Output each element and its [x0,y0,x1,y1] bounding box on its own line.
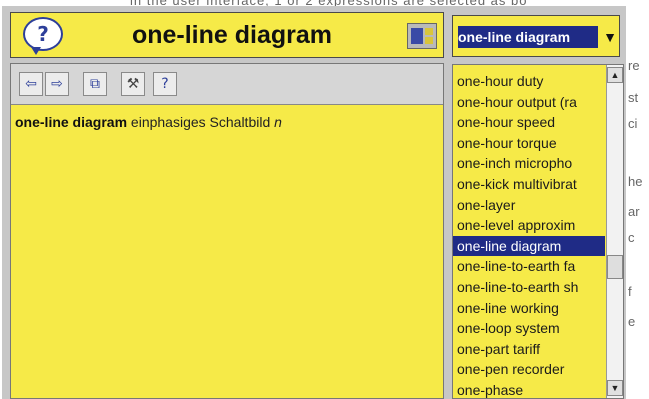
note-icon: n [274,114,282,130]
hammer-icon: ⚒ [126,76,140,92]
header-bar: ? one-line diagram [10,12,444,58]
word-list-item[interactable]: one-hour output (ra [453,92,605,112]
word-list-item[interactable]: one-inch micropho [453,153,605,173]
scrollbar[interactable]: ▲ ▼ [606,65,623,398]
background-fragment: ci [628,116,638,131]
entry-panel: ⇦ ⇨ ⧉ ⚒ ? one-line diagram einphasiges S… [10,63,444,399]
copy-icon: ⧉ [90,76,100,92]
background-fragment: ar [628,204,640,219]
scroll-down-icon[interactable]: ▼ [607,380,623,396]
word-list-item[interactable]: one-hour speed [453,112,605,132]
word-list-item[interactable]: one-pen recorder [453,359,605,379]
toolbar: ⇦ ⇨ ⧉ ⚒ ? [11,64,443,105]
term-select-value[interactable]: one-line diagram [458,26,598,48]
word-list-item[interactable]: one-layer [453,195,605,215]
arrow-left-icon: ⇦ [25,76,37,92]
word-list-item[interactable]: one-hour torque [453,133,605,153]
word-list-item[interactable]: one-line-to-earth sh [453,277,605,297]
layout-toggle-icon[interactable] [407,23,437,49]
help-button[interactable]: ? [153,72,177,96]
scroll-up-icon[interactable]: ▲ [607,67,623,83]
arrow-right-icon: ⇨ [51,76,63,92]
back-button[interactable]: ⇦ [19,72,43,96]
dictionary-window: ? one-line diagram one-line diagram ▼ ⇦ … [2,6,626,399]
background-fragment: he [628,174,643,189]
dictionary-entry: one-line diagram einphasiges Schaltbild … [15,114,282,130]
help-question-icon[interactable]: ? [23,17,63,55]
question-icon: ? [161,76,169,92]
entry-translation: einphasiges Schaltbild [130,114,271,130]
word-list-item[interactable]: one-hour duty [453,71,605,91]
forward-button[interactable]: ⇨ [45,72,69,96]
term-select[interactable]: one-line diagram ▼ [452,15,620,57]
scroll-thumb[interactable] [607,255,623,279]
word-list-item[interactable]: one-line working [453,298,605,318]
word-list-item[interactable]: one-kick multivibrat [453,174,605,194]
page-title: one-line diagram [131,21,333,49]
word-list-item[interactable]: one-level approxim [453,215,605,235]
word-list-item[interactable]: one-part tariff [453,339,605,359]
word-list-item[interactable]: one-line-to-earth fa [453,256,605,276]
background-fragment: st [628,90,639,105]
tools-button[interactable]: ⚒ [121,72,145,96]
word-list-item[interactable]: one-loop system [453,318,605,338]
background-fragment: e [628,314,636,329]
word-list-item[interactable]: one-line diagram [453,235,605,256]
background-fragment: c [628,230,635,245]
chevron-down-icon[interactable]: ▼ [603,26,617,48]
word-list: one-hour duty one-hour output (ra one-hour… [452,64,624,399]
entry-term: one-line diagram [15,114,128,130]
word-list-item[interactable]: one-phase [453,380,605,398]
background-fragment: re [628,58,640,73]
background-fragment: f [628,284,632,299]
copy-button[interactable]: ⧉ [83,72,107,96]
